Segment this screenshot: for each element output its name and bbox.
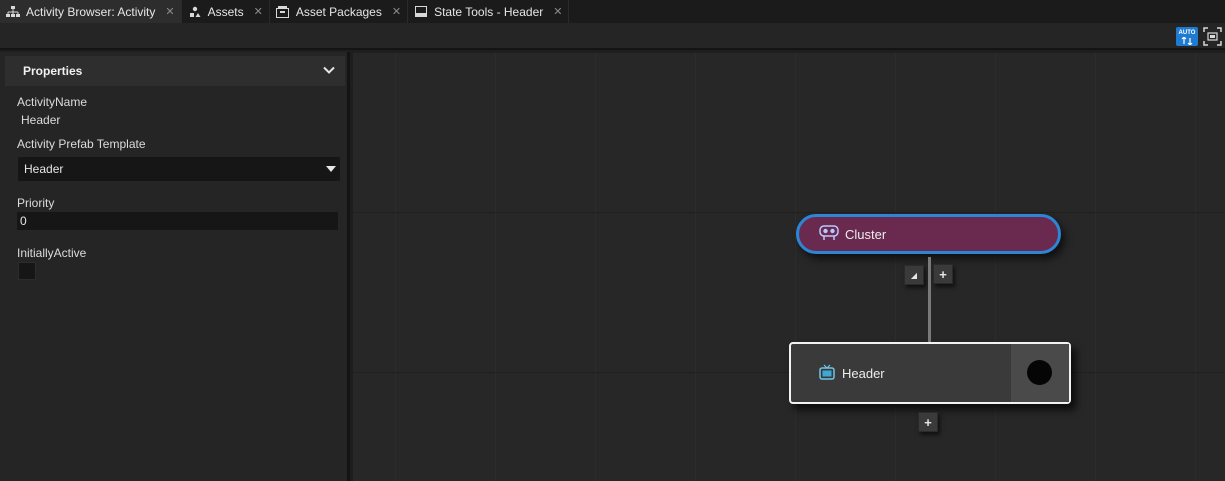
tab-bar: Activity Browser: Activity ✕ Assets ✕ As… (0, 0, 1225, 23)
tab-label: Assets (207, 4, 244, 19)
package-icon (276, 5, 290, 19)
plus-icon: + (924, 414, 932, 430)
graph-canvas[interactable]: Cluster ◢ + Header + (353, 52, 1225, 481)
hierarchy-icon (6, 5, 20, 19)
window-icon (414, 5, 428, 19)
add-child-button[interactable]: + (933, 264, 953, 284)
close-icon[interactable]: ✕ (553, 5, 562, 18)
header-node-state-area (1011, 344, 1069, 402)
grid-divider (353, 212, 1225, 213)
initially-active-checkbox[interactable] (18, 262, 36, 280)
initially-active-label: InitiallyActive (17, 246, 87, 260)
priority-label: Priority (17, 196, 55, 210)
header-node-title: Header (819, 364, 885, 383)
chevron-down-icon[interactable] (323, 64, 335, 78)
add-child-button[interactable]: + (918, 412, 938, 432)
collapse-icon: ◢ (910, 270, 918, 280)
prefab-template-value: Header (24, 162, 64, 176)
sort-arrows-icon (1181, 36, 1193, 46)
node-connector (928, 257, 931, 343)
properties-panel: Properties ActivityName Header Activity … (0, 52, 350, 481)
tab-asset-packages[interactable]: Asset Packages ✕ (270, 0, 409, 23)
fit-to-screen-icon (1203, 27, 1222, 46)
cluster-label: Cluster (845, 226, 887, 242)
header-node-label: Header (842, 366, 885, 381)
auto-layout-button[interactable]: AUTO (1176, 27, 1198, 46)
tv-icon (819, 364, 835, 383)
prefab-template-dropdown[interactable]: Header (18, 157, 340, 181)
tab-state-tools[interactable]: State Tools - Header ✕ (408, 0, 570, 23)
plus-icon: + (939, 266, 947, 282)
editor-toolbar: AUTO (0, 23, 1225, 50)
auto-label: AUTO (1178, 30, 1196, 36)
tab-label: State Tools - Header (434, 4, 544, 19)
close-icon[interactable]: ✕ (254, 5, 263, 18)
state-indicator-dot[interactable] (1027, 360, 1052, 385)
prefab-template-label: Activity Prefab Template (17, 137, 146, 151)
tab-activity-browser[interactable]: Activity Browser: Activity ✕ (0, 0, 182, 23)
activity-name-label: ActivityName (17, 95, 88, 109)
header-node[interactable]: Header (789, 342, 1071, 404)
properties-header[interactable]: Properties (5, 56, 345, 86)
cluster-node[interactable]: Cluster (796, 214, 1061, 254)
close-icon[interactable]: ✕ (392, 5, 401, 18)
collapse-button[interactable]: ◢ (904, 265, 924, 285)
activity-name-value: Header (21, 113, 61, 127)
properties-title: Properties (23, 64, 83, 78)
priority-input[interactable]: 0 (17, 212, 338, 230)
tab-label: Asset Packages (295, 4, 382, 19)
fit-view-button[interactable] (1203, 27, 1222, 46)
cluster-icon (819, 224, 839, 244)
dropdown-arrow-icon (326, 166, 336, 172)
tab-label: Activity Browser: Activity (26, 4, 156, 19)
tab-assets[interactable]: Assets ✕ (182, 0, 270, 23)
close-icon[interactable]: ✕ (165, 5, 174, 18)
assets-icon (188, 5, 202, 19)
